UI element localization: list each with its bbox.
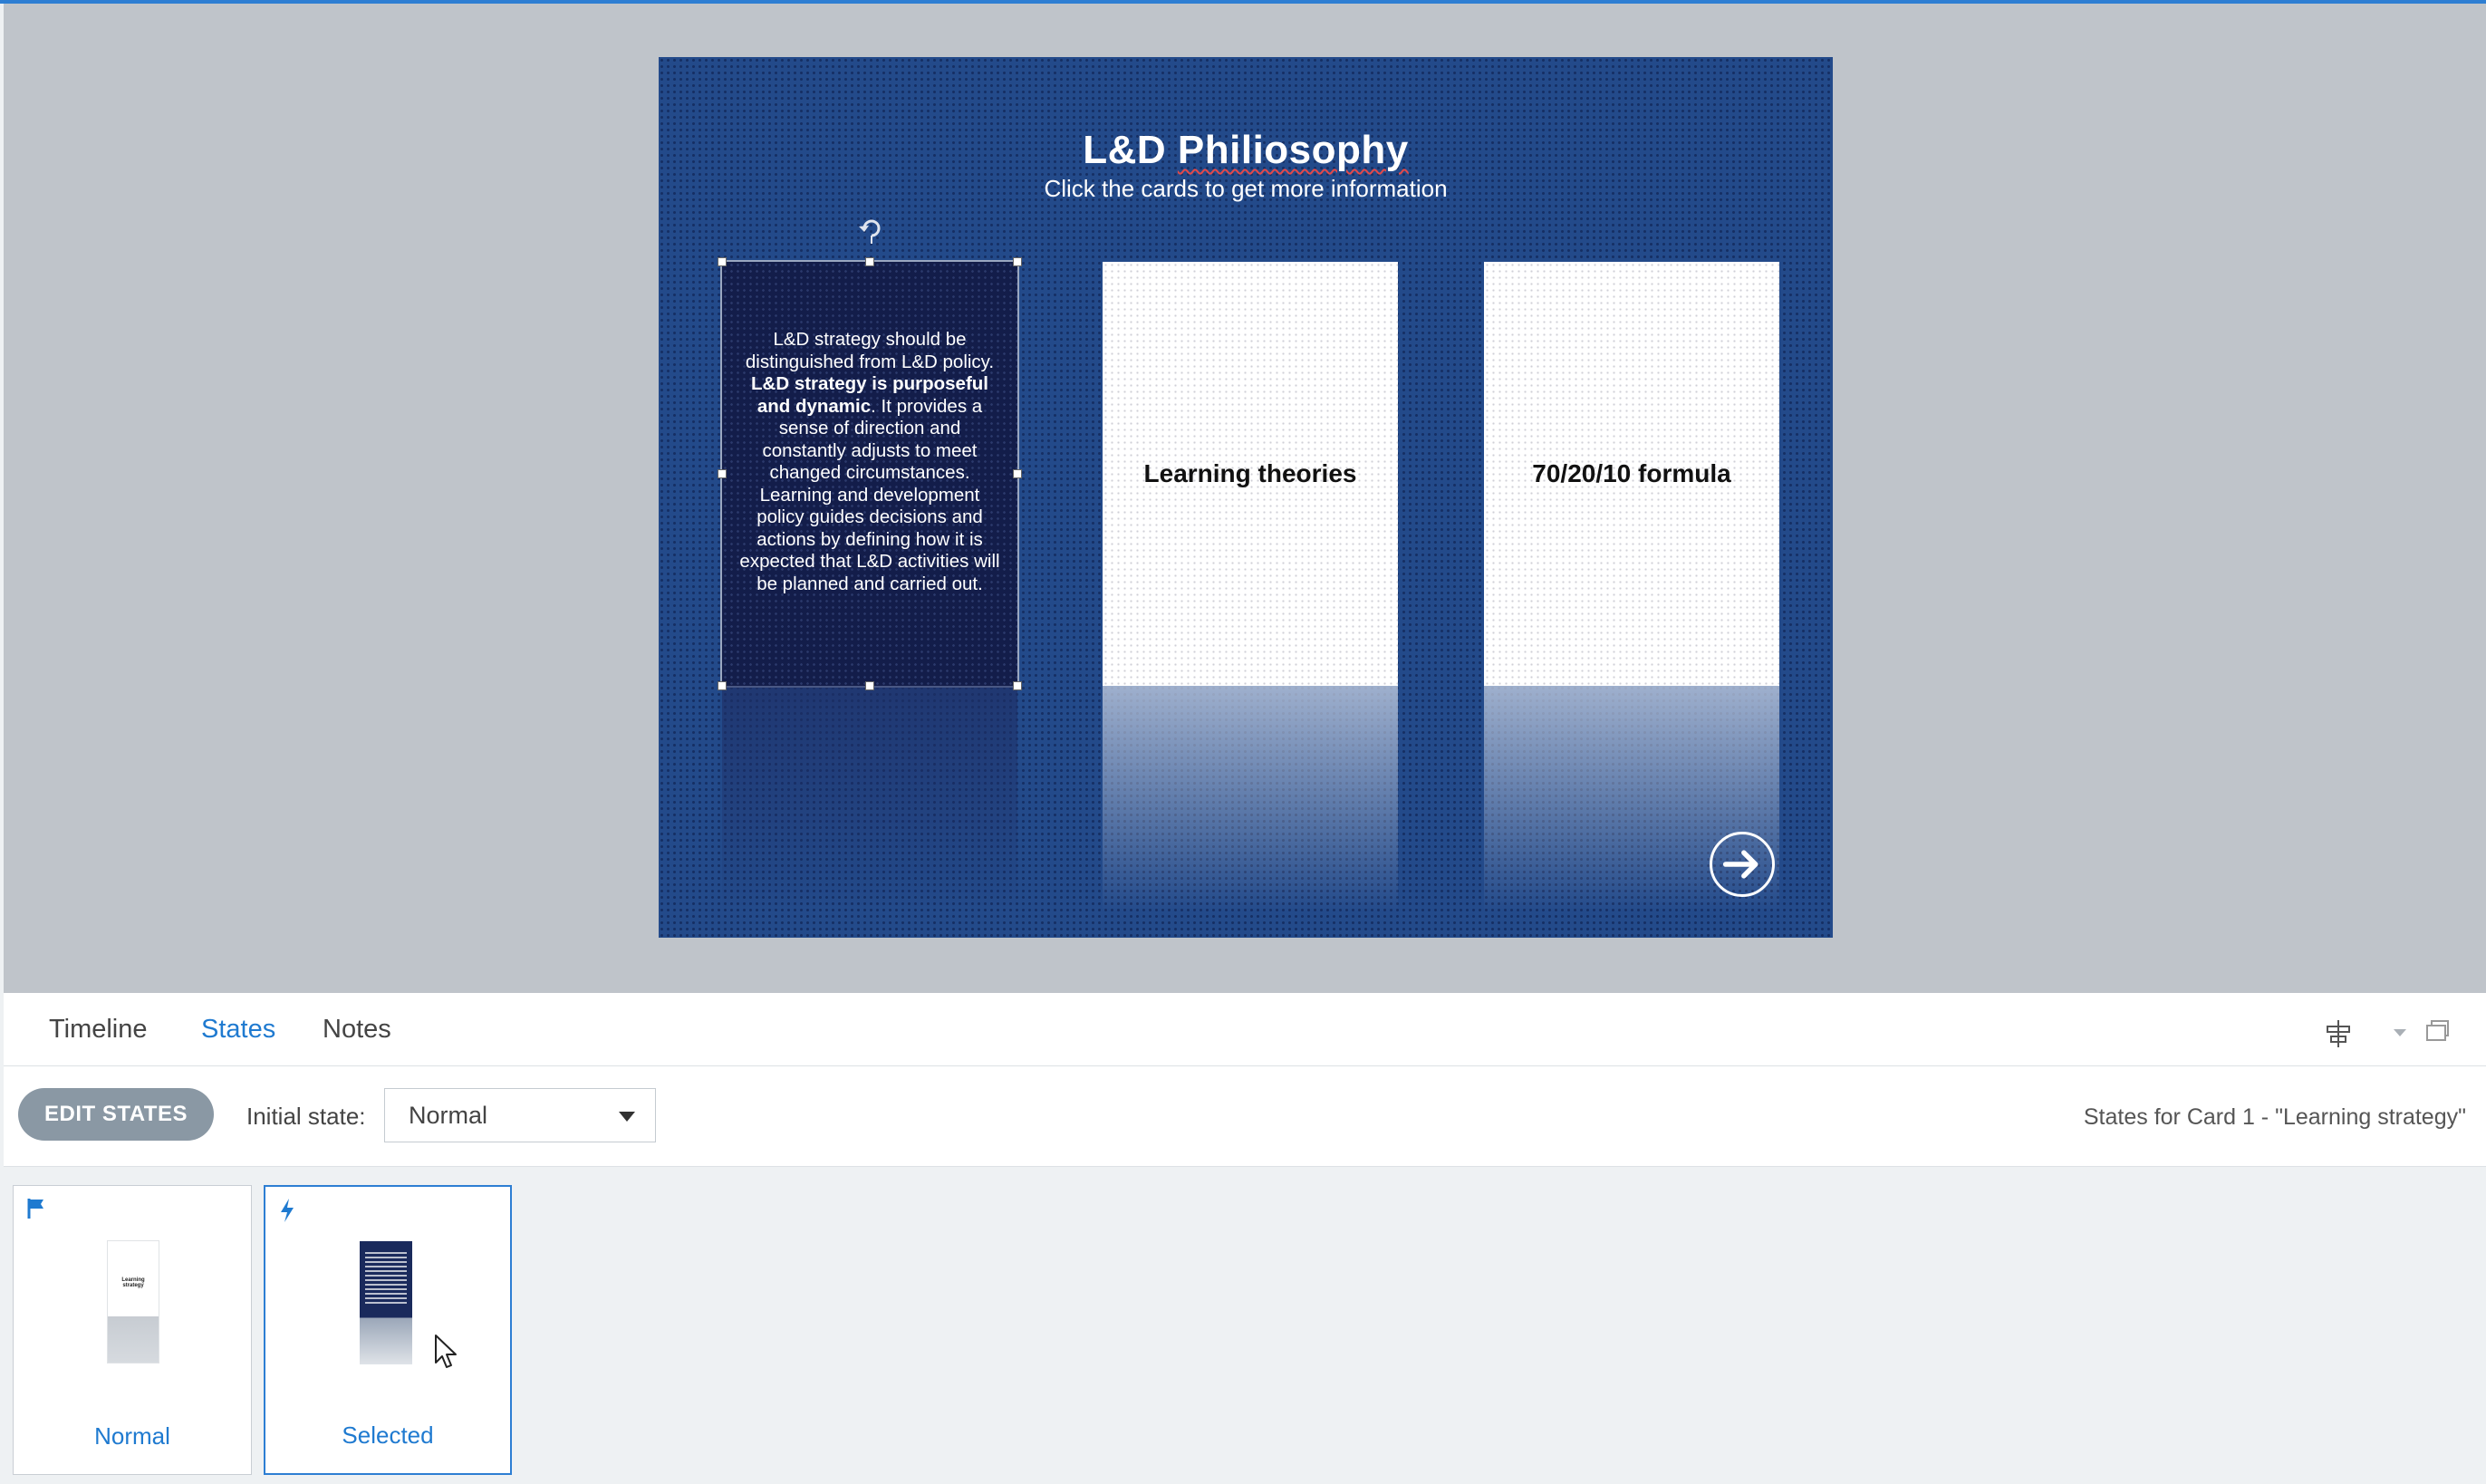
- resize-handle-bottom[interactable]: [865, 681, 874, 690]
- tab-states[interactable]: States: [201, 1015, 275, 1045]
- initial-state-select[interactable]: Normal: [384, 1088, 656, 1142]
- stage-canvas: L&D Philiosophy Click the cards to get m…: [4, 4, 2486, 993]
- edit-states-button[interactable]: EDIT STATES: [18, 1088, 214, 1141]
- title-prefix: L&D: [1083, 128, 1178, 172]
- panel-tabs: Timeline States Notes: [4, 993, 2486, 1066]
- slide-title: L&D Philiosophy: [659, 128, 1833, 173]
- lightning-icon: [281, 1199, 294, 1222]
- tab-timeline[interactable]: Timeline: [49, 1015, 148, 1045]
- card-70-20-10-formula[interactable]: 70/20/10 formula: [1484, 262, 1779, 686]
- resize-handle-bottom-right[interactable]: [1013, 681, 1022, 690]
- states-toolbar: EDIT STATES Initial state: Normal States…: [4, 1066, 2486, 1167]
- state-selected-thumbnail: [360, 1241, 412, 1364]
- card-learning-strategy[interactable]: L&D strategy should be distinguished fro…: [720, 260, 1019, 688]
- restore-panel-icon[interactable]: [2424, 1018, 2450, 1044]
- card-2-reflection: [1103, 686, 1398, 912]
- mouse-cursor-icon: [435, 1335, 457, 1368]
- card-learning-theories[interactable]: Learning theories: [1103, 262, 1398, 686]
- resize-handle-right[interactable]: [1013, 469, 1022, 478]
- flag-icon: [27, 1199, 43, 1219]
- thumbnail-text-lines: [365, 1252, 407, 1306]
- state-normal[interactable]: Learning strategy Normal: [13, 1185, 252, 1475]
- slide: L&D Philiosophy Click the cards to get m…: [659, 57, 1833, 938]
- dropdown-caret-icon: [619, 1112, 635, 1122]
- card-1-text-part: L&D strategy should be distinguished fro…: [745, 329, 995, 372]
- resize-handle-top[interactable]: [865, 257, 874, 266]
- initial-state-label: Initial state:: [246, 1103, 366, 1130]
- initial-state-value: Normal: [409, 1102, 488, 1129]
- state-selected[interactable]: Selected: [264, 1185, 512, 1475]
- resize-handle-top-right[interactable]: [1013, 257, 1022, 266]
- slide-subtitle: Click the cards to get more information: [1044, 175, 1448, 202]
- states-list: Learning strategy Normal Selected: [4, 1167, 2486, 1484]
- card-3-label: 70/20/10 formula: [1532, 459, 1731, 487]
- tab-notes[interactable]: Notes: [323, 1015, 391, 1045]
- next-arrow-icon[interactable]: [1710, 832, 1775, 897]
- state-normal-label: Normal: [94, 1422, 170, 1450]
- resize-handle-left[interactable]: [718, 469, 727, 478]
- rotate-handle-icon[interactable]: [856, 213, 887, 244]
- align-icon[interactable]: [2323, 1018, 2354, 1049]
- card-1-text: L&D strategy should be distinguished fro…: [738, 329, 1001, 595]
- title-word: Philiosophy: [1177, 128, 1409, 172]
- states-for-text: States for Card 1 - "Learning strategy": [2083, 1104, 2466, 1130]
- thumbnail-card-label: Learning strategy: [121, 1277, 145, 1288]
- resize-handle-bottom-left[interactable]: [718, 681, 727, 690]
- state-normal-thumbnail: Learning strategy: [107, 1240, 159, 1364]
- card-1-text-part: . It provides a sense of direction and c…: [739, 395, 1000, 594]
- card-1-reflection: [722, 686, 1017, 912]
- state-selected-label: Selected: [342, 1421, 434, 1449]
- card-2-label: Learning theories: [1143, 459, 1357, 487]
- chevron-down-icon[interactable]: [2392, 1027, 2408, 1038]
- resize-handle-top-left[interactable]: [718, 257, 727, 266]
